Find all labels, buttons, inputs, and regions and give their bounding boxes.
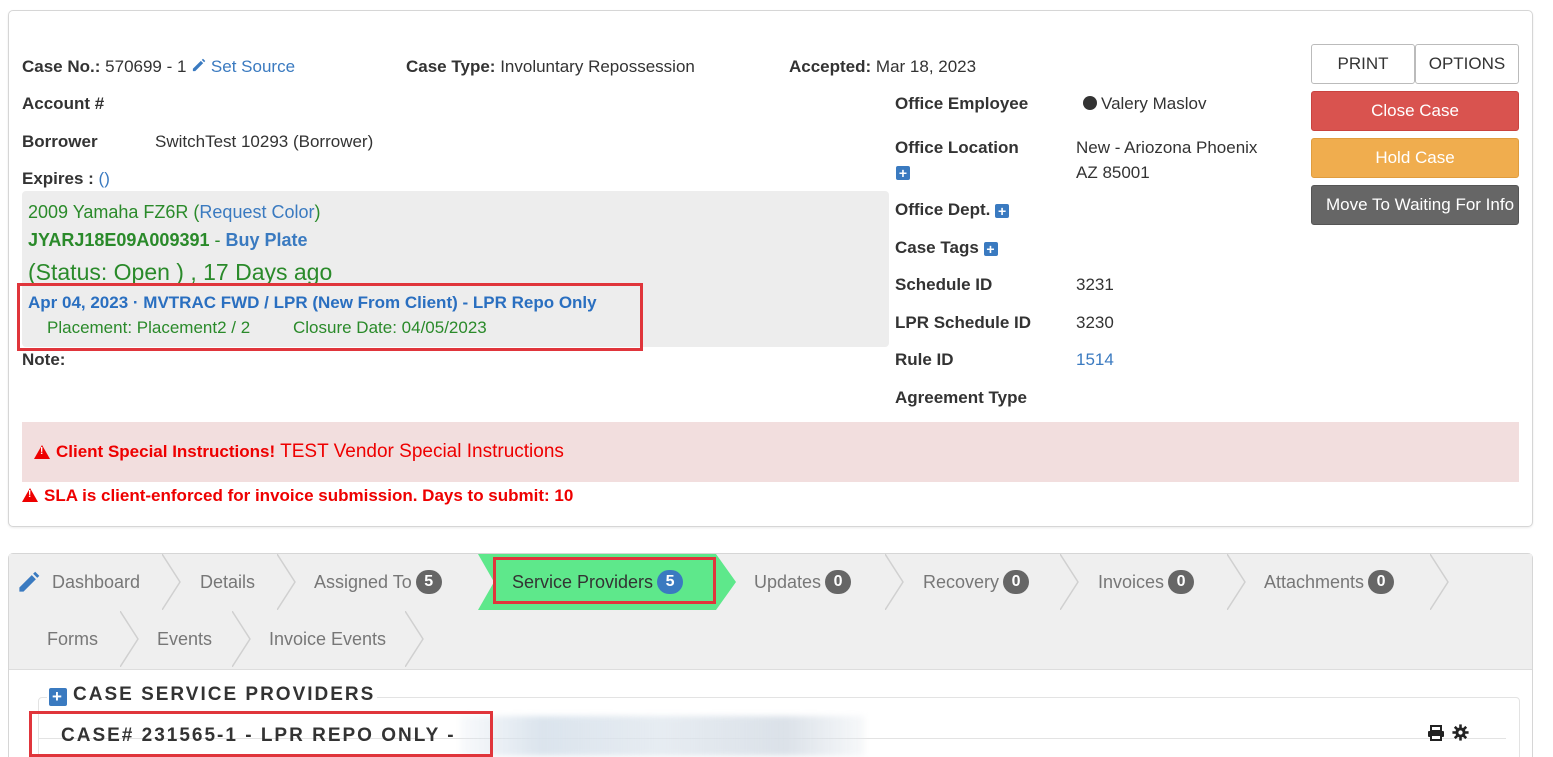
accepted-row: Accepted: Mar 18, 2023 — [789, 57, 977, 76]
count-badge: 0 — [825, 570, 852, 594]
print-button[interactable]: PRINT — [1311, 44, 1415, 84]
tab-separator — [277, 554, 297, 610]
sla-notice: SLA is client-enforced for invoice submi… — [22, 486, 573, 506]
pencil-icon — [19, 571, 40, 592]
note-label: Note: — [22, 350, 66, 369]
lpr-schedule-id-value: 3230 — [1076, 313, 1114, 332]
office-location-line2: AZ 85001 — [1076, 163, 1150, 182]
expires-value[interactable]: () — [99, 169, 110, 188]
rule-id-label: Rule ID — [895, 350, 954, 369]
office-employee-label: Office Employee — [895, 94, 1029, 113]
expand-plus-icon[interactable]: + — [49, 688, 67, 706]
case-no-label: Case No.: — [22, 57, 101, 76]
tab-forms[interactable]: Forms — [47, 611, 98, 667]
tab-separator — [1060, 554, 1080, 610]
buy-plate-link[interactable]: Buy Plate — [226, 230, 308, 250]
count-badge: 0 — [1003, 570, 1030, 594]
vin-row: JYARJ18E09A009391 - Buy Plate — [28, 230, 308, 250]
set-source-link[interactable]: Set Source — [191, 57, 295, 76]
vehicle-name-row: 2009 Yamaha FZ6R (Request Color) — [28, 202, 321, 222]
office-location-line1: New - Ariozona Phoenix — [1076, 138, 1258, 157]
client-special-instructions: Client Special Instructions! TEST Vendor… — [22, 422, 1519, 482]
warning-icon — [22, 488, 38, 502]
tab-separator — [885, 554, 905, 610]
active-tab-highlight-box — [493, 557, 716, 604]
tab-assigned-to[interactable]: Assigned To 5 — [314, 554, 442, 610]
tab-separator — [232, 611, 252, 667]
office-dept-row: Office Dept. + — [895, 200, 1010, 220]
office-location-label: Office Location — [895, 138, 1019, 157]
placement-highlight-box — [17, 283, 643, 351]
section-title: + CASE SERVICE PROVIDERS — [47, 684, 378, 706]
count-badge: 0 — [1368, 570, 1395, 594]
count-badge: 5 — [415, 570, 442, 594]
rule-id-link[interactable]: 1514 — [1076, 350, 1114, 370]
tab-separator — [120, 611, 140, 667]
add-dept-icon[interactable]: + — [995, 204, 1010, 218]
schedule-id-label: Schedule ID — [895, 275, 993, 294]
close-case-button[interactable]: Close Case — [1311, 91, 1519, 131]
tab-details[interactable]: Details — [200, 554, 255, 610]
tab-updates[interactable]: Updates 0 — [754, 554, 852, 610]
tab-recovery[interactable]: Recovery 0 — [923, 554, 1030, 610]
case-type-value: Involuntary Repossession — [500, 57, 695, 76]
tab-invoice-events[interactable]: Invoice Events — [269, 611, 386, 667]
status-dot-icon — [1083, 96, 1097, 110]
vehicle-status: (Status: Open ) , 17 Days ago — [28, 259, 333, 285]
tab-invoices[interactable]: Invoices 0 — [1098, 554, 1195, 610]
case-no-value: 570699 - 1 — [105, 57, 187, 76]
lpr-schedule-id-label: LPR Schedule ID — [895, 313, 1032, 332]
accepted-value: Mar 18, 2023 — [875, 57, 977, 76]
account-label: Account # — [22, 94, 105, 113]
case-tags-row: Case Tags + — [895, 238, 998, 258]
gear-icon[interactable] — [1452, 724, 1469, 741]
add-location-icon[interactable]: + — [896, 166, 910, 180]
options-button[interactable]: OPTIONS — [1415, 44, 1519, 84]
tab-separator — [405, 611, 425, 667]
tab-separator — [162, 554, 182, 610]
tab-dashboard[interactable]: Dashboard — [18, 554, 140, 610]
schedule-id-value: 3231 — [1076, 275, 1114, 294]
print-icon[interactable] — [1427, 725, 1445, 741]
case-header-highlight-box — [29, 711, 493, 757]
add-tag-icon[interactable]: + — [983, 242, 998, 256]
agreement-type-label: Agreement Type — [895, 388, 1027, 407]
redacted-text — [460, 716, 865, 756]
borrower-value: SwitchTest 10293 (Borrower) — [155, 132, 374, 151]
tab-separator — [1430, 554, 1450, 610]
tab-separator — [1227, 554, 1247, 610]
warning-icon — [34, 445, 50, 459]
pencil-icon — [193, 58, 206, 72]
tab-events[interactable]: Events — [157, 611, 212, 667]
case-number-row: Case No.: 570699 - 1 Set Source — [22, 57, 295, 77]
office-employee-value: Valery Maslov — [1083, 94, 1207, 114]
vin-value: JYARJ18E09A009391 — [28, 230, 210, 250]
hold-case-button[interactable]: Hold Case — [1311, 138, 1519, 178]
move-to-waiting-button[interactable]: Move To Waiting For Info — [1311, 185, 1519, 225]
case-type-row: Case Type: Involuntary Repossession — [406, 57, 695, 76]
count-badge: 0 — [1168, 570, 1195, 594]
tab-attachments[interactable]: Attachments 0 — [1264, 554, 1395, 610]
request-color-link[interactable]: Request Color — [199, 202, 314, 222]
expires-row: Expires : () — [22, 169, 110, 188]
borrower-label: Borrower — [22, 132, 98, 151]
